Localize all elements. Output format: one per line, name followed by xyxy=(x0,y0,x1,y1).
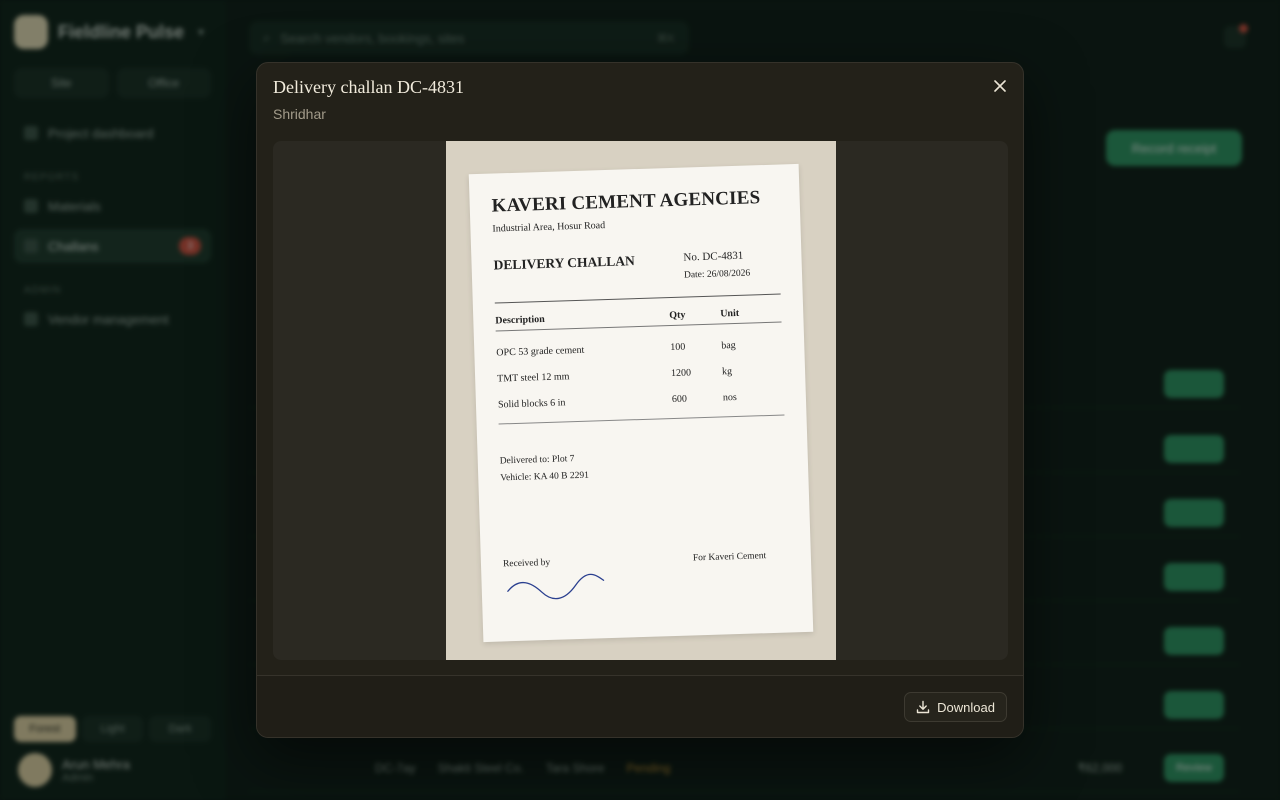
close-button[interactable] xyxy=(989,75,1011,97)
doc-for-company: For Kaveri Cement xyxy=(692,551,767,564)
divider xyxy=(494,293,781,304)
item-unit: nos xyxy=(722,391,737,404)
signature-scribble xyxy=(507,573,605,600)
item-qty: 1200 xyxy=(670,367,692,380)
challan-paper: KAVERI CEMENT AGENCIES Industrial Area, … xyxy=(468,163,814,643)
modal-title: Delivery challan DC-4831 xyxy=(273,77,464,97)
doc-vehicle: Vehicle: KA 40 B 2291 xyxy=(500,470,590,484)
col-header-unit: Unit xyxy=(720,307,740,320)
item-description: Solid blocks 6 in xyxy=(497,397,566,411)
modal-footer: Download xyxy=(257,675,1023,737)
doc-number: No. DC-4831 xyxy=(683,249,744,264)
item-qty: 600 xyxy=(671,393,688,406)
document-image: KAVERI CEMENT AGENCIES Industrial Area, … xyxy=(446,141,836,660)
challan-preview-modal: Delivery challan DC-4831 Shridhar KAVERI… xyxy=(256,62,1024,738)
download-button[interactable]: Download xyxy=(904,692,1007,722)
close-icon xyxy=(994,80,1006,92)
item-description: OPC 53 grade cement xyxy=(496,344,585,359)
doc-date: Date: 26/08/2026 xyxy=(683,268,751,281)
doc-company-name: KAVERI CEMENT AGENCIES xyxy=(491,187,761,217)
download-icon xyxy=(916,700,930,714)
item-unit: bag xyxy=(721,339,736,352)
modal-subtitle: Shridhar xyxy=(273,106,326,122)
col-header-description: Description xyxy=(495,313,545,327)
download-label: Download xyxy=(937,699,995,715)
doc-received-by: Received by xyxy=(502,557,551,570)
doc-title: DELIVERY CHALLAN xyxy=(493,253,635,273)
item-qty: 100 xyxy=(670,341,686,354)
item-description: TMT steel 12 mm xyxy=(497,371,570,385)
document-preview: KAVERI CEMENT AGENCIES Industrial Area, … xyxy=(273,141,1008,660)
doc-delivered-to: Delivered to: Plot 7 xyxy=(499,454,575,467)
item-unit: kg xyxy=(721,366,733,378)
col-header-qty: Qty xyxy=(669,309,686,322)
divider xyxy=(498,414,785,425)
doc-address: Industrial Area, Hosur Road xyxy=(492,220,606,235)
